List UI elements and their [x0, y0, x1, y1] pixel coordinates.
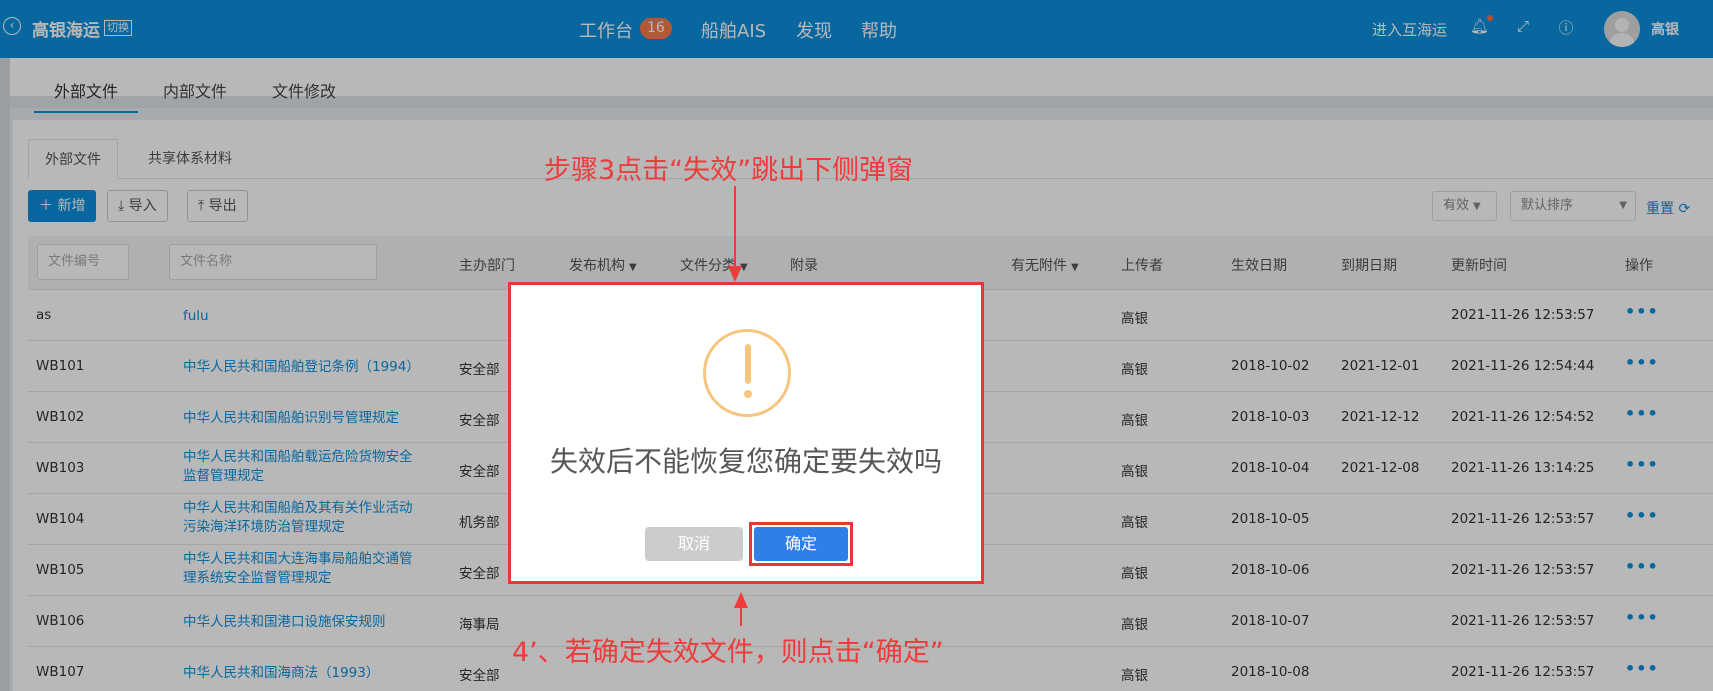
- annotation-arrow-up: [740, 606, 742, 626]
- confirm-highlight-box: 确定: [749, 522, 853, 566]
- warning-icon: [703, 329, 791, 417]
- annotation-arrow-down: [734, 186, 736, 268]
- cancel-button[interactable]: 取消: [645, 527, 743, 561]
- annotation-step3: 步骤3点击“失效”跳出下侧弹窗: [544, 155, 914, 186]
- confirm-button[interactable]: 确定: [754, 527, 848, 561]
- arrow-down-icon: [728, 266, 742, 282]
- dialog-message: 失效后不能恢复您确定要失效吗: [549, 445, 942, 478]
- confirm-invalidate-dialog: 失效后不能恢复您确定要失效吗 取消 确定: [508, 282, 984, 584]
- annotation-step4: 4’、若确定失效文件，则点击“确定”: [512, 637, 944, 668]
